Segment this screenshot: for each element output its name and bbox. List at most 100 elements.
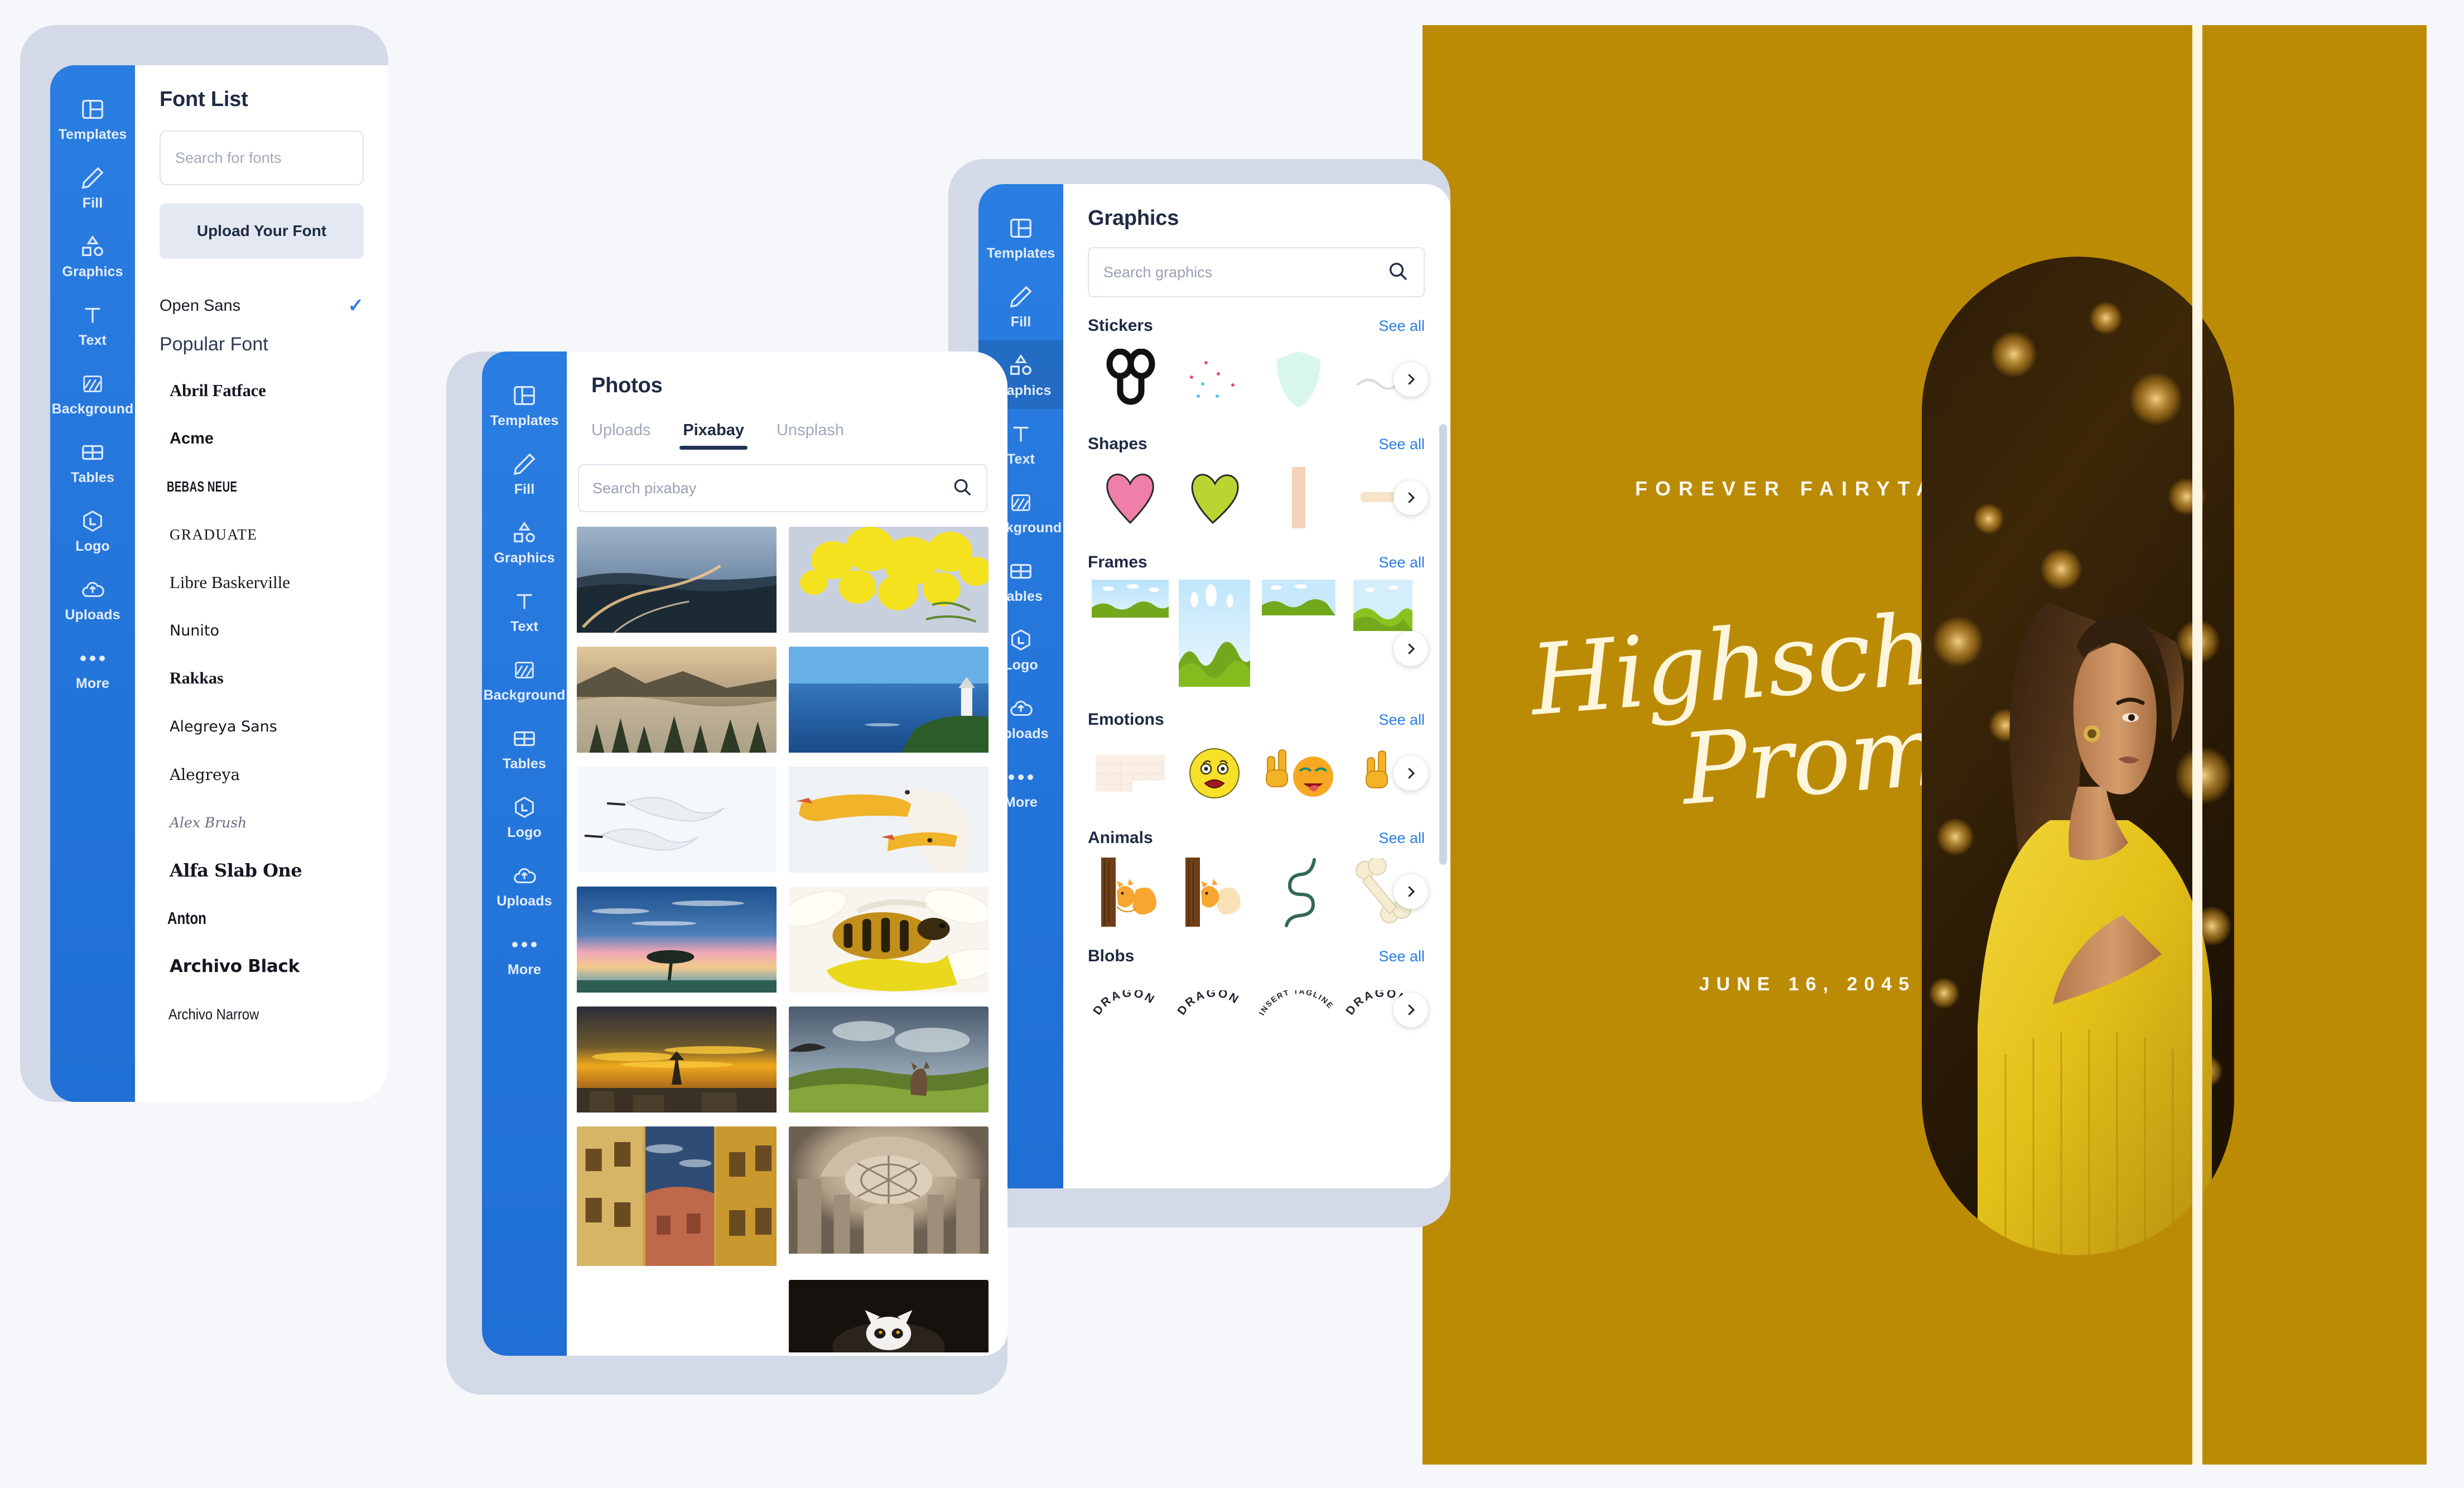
sticker-black-glasses[interactable]: [1088, 343, 1172, 416]
rail-item-templates[interactable]: Templates: [482, 370, 567, 439]
ellipsis-icon: [80, 646, 105, 671]
font-item-anton[interactable]: Anton: [160, 894, 319, 942]
tab-pixabay[interactable]: Pixabay: [679, 421, 748, 450]
poster-gold-right-panel: [2202, 25, 2427, 1465]
emotion-shocked-face[interactable]: [1172, 737, 1256, 810]
photo-thumb[interactable]: [577, 527, 777, 635]
photo-thumb[interactable]: [577, 1007, 777, 1115]
svg-text:INSERT TAGLINE: INSERT TAGLINE: [1257, 990, 1335, 1017]
photos-search-input[interactable]: Search pixabay: [578, 464, 987, 512]
poster-photo-frame[interactable]: [1922, 257, 2234, 1255]
shape-green-heart[interactable]: [1172, 461, 1256, 534]
search-icon[interactable]: [1387, 260, 1409, 285]
see-all-frames[interactable]: See all: [1378, 554, 1425, 571]
font-search-input[interactable]: Search for fonts: [160, 131, 364, 185]
rail-item-fill[interactable]: Fill: [50, 153, 135, 221]
frame-landscape-small[interactable]: [1341, 580, 1425, 631]
font-item-alfa-slab-one[interactable]: Alfa Slab One: [160, 846, 364, 894]
photo-thumb[interactable]: [789, 527, 989, 635]
see-all-emotions[interactable]: See all: [1378, 711, 1425, 729]
tab-uploads[interactable]: Uploads: [591, 421, 650, 450]
animal-squirrel-on-tree-2[interactable]: [1172, 855, 1256, 928]
shapes-next-button[interactable]: [1393, 480, 1428, 515]
rail-item-logo[interactable]: Logo: [482, 782, 567, 851]
rail-item-fill[interactable]: Fill: [482, 439, 567, 508]
rail-label-tables: Tables: [503, 756, 546, 772]
emotions-next-button[interactable]: [1393, 756, 1428, 791]
font-item-alegreya[interactable]: Alegreya: [160, 750, 364, 798]
rail-item-background[interactable]: Background: [482, 645, 567, 714]
font-item-bebas-neue[interactable]: BEBAS NEUE: [160, 463, 307, 511]
font-item-alegreya-sans[interactable]: Alegreya Sans: [160, 702, 364, 750]
animal-squirrel-on-tree[interactable]: [1088, 855, 1172, 928]
svg-text:DRAGON: DRAGON: [1175, 990, 1242, 1017]
rail-item-background[interactable]: Background: [50, 359, 135, 427]
photo-thumb[interactable]: [577, 1126, 777, 1269]
blob-dragon-1[interactable]: DRAGON: [1088, 974, 1172, 1046]
blob-dragon-2[interactable]: DRAGON: [1172, 974, 1256, 1046]
frames-next-button[interactable]: [1393, 632, 1428, 666]
photo-thumb[interactable]: [789, 1126, 989, 1269]
rail-item-fill[interactable]: Fill: [978, 272, 1063, 340]
rail-item-graphics[interactable]: Graphics: [482, 508, 567, 576]
font-item-acme[interactable]: Acme: [160, 415, 364, 463]
font-item-alex-brush[interactable]: Alex Brush: [160, 798, 364, 846]
rail-item-templates[interactable]: Templates: [978, 203, 1063, 272]
font-row-selected[interactable]: Open Sans ✓: [160, 282, 364, 329]
blob-insert-tagline[interactable]: INSERT TAGLINE: [1256, 974, 1341, 1046]
rail-item-templates[interactable]: Templates: [50, 84, 135, 153]
rail-item-tables[interactable]: Tables: [482, 714, 567, 782]
photo-thumb[interactable]: [789, 887, 989, 995]
shape-pink-heart[interactable]: [1088, 461, 1172, 534]
emotion-blank-grid[interactable]: [1088, 737, 1172, 810]
font-item-abril-fatface[interactable]: Abril Fatface: [160, 367, 364, 415]
tables-icon: [80, 440, 105, 465]
emotion-rock-on-tongue[interactable]: [1256, 737, 1341, 810]
photo-thumb[interactable]: [789, 647, 989, 755]
graphics-content: Graphics Search graphics Stickers See al…: [1063, 184, 1450, 1188]
rail-item-text[interactable]: Text: [50, 290, 135, 359]
sticker-confetti-dots[interactable]: [1172, 343, 1256, 416]
font-item-nunito[interactable]: Nunito: [160, 606, 364, 654]
frame-landscape-wide-2[interactable]: [1256, 580, 1341, 615]
photo-thumb[interactable]: [789, 767, 989, 875]
photo-thumb[interactable]: [789, 1280, 989, 1355]
photo-thumb[interactable]: [577, 647, 777, 755]
design-canvas[interactable]: FOREVER FAIRYTALE Highschool Prom JUNE 1…: [1423, 25, 2427, 1465]
see-all-stickers[interactable]: See all: [1378, 317, 1425, 335]
sticker-mint-shield[interactable]: [1256, 343, 1341, 416]
photo-thumb[interactable]: [577, 767, 777, 875]
photo-thumb[interactable]: [577, 887, 777, 995]
font-item-archivo-black[interactable]: Archivo Black: [160, 942, 364, 990]
photo-thumb[interactable]: [789, 1007, 989, 1115]
shape-peach-bar[interactable]: [1256, 461, 1341, 534]
see-all-blobs[interactable]: See all: [1378, 948, 1425, 965]
rail-item-text[interactable]: Text: [482, 576, 567, 645]
frame-landscape-wide[interactable]: [1088, 580, 1172, 618]
rail-item-more[interactable]: More: [50, 633, 135, 702]
animals-next-button[interactable]: [1393, 874, 1428, 909]
frame-landscape-tall[interactable]: [1172, 580, 1256, 687]
font-item-libre-baskerville[interactable]: Libre Baskerville: [160, 558, 364, 606]
templates-icon: [1008, 215, 1034, 241]
animal-green-snake[interactable]: [1256, 855, 1341, 928]
see-all-animals[interactable]: See all: [1378, 830, 1425, 847]
text-icon: [512, 589, 537, 614]
search-icon[interactable]: [952, 476, 973, 500]
graphics-search-input[interactable]: Search graphics: [1088, 247, 1425, 297]
see-all-shapes[interactable]: See all: [1378, 436, 1425, 453]
font-item-archivo-narrow[interactable]: Archivo Narrow: [160, 990, 339, 1038]
rail-item-uploads[interactable]: Uploads: [50, 565, 135, 633]
stickers-next-button[interactable]: [1393, 362, 1428, 397]
rail-item-tables[interactable]: Tables: [50, 427, 135, 496]
tab-unsplash[interactable]: Unsplash: [777, 421, 844, 450]
rail-item-logo[interactable]: Logo: [50, 496, 135, 565]
upload-font-button[interactable]: Upload Your Font: [160, 203, 364, 259]
rail-item-more[interactable]: More: [482, 919, 567, 988]
font-item-graduate[interactable]: GRADUATE: [160, 511, 364, 558]
font-item-rakkas[interactable]: Rakkas: [160, 654, 364, 702]
rail-item-uploads[interactable]: Uploads: [482, 851, 567, 919]
graphics-scrollbar[interactable]: [1439, 424, 1447, 865]
rail-item-graphics[interactable]: Graphics: [50, 221, 135, 290]
blobs-next-button[interactable]: [1393, 993, 1428, 1027]
